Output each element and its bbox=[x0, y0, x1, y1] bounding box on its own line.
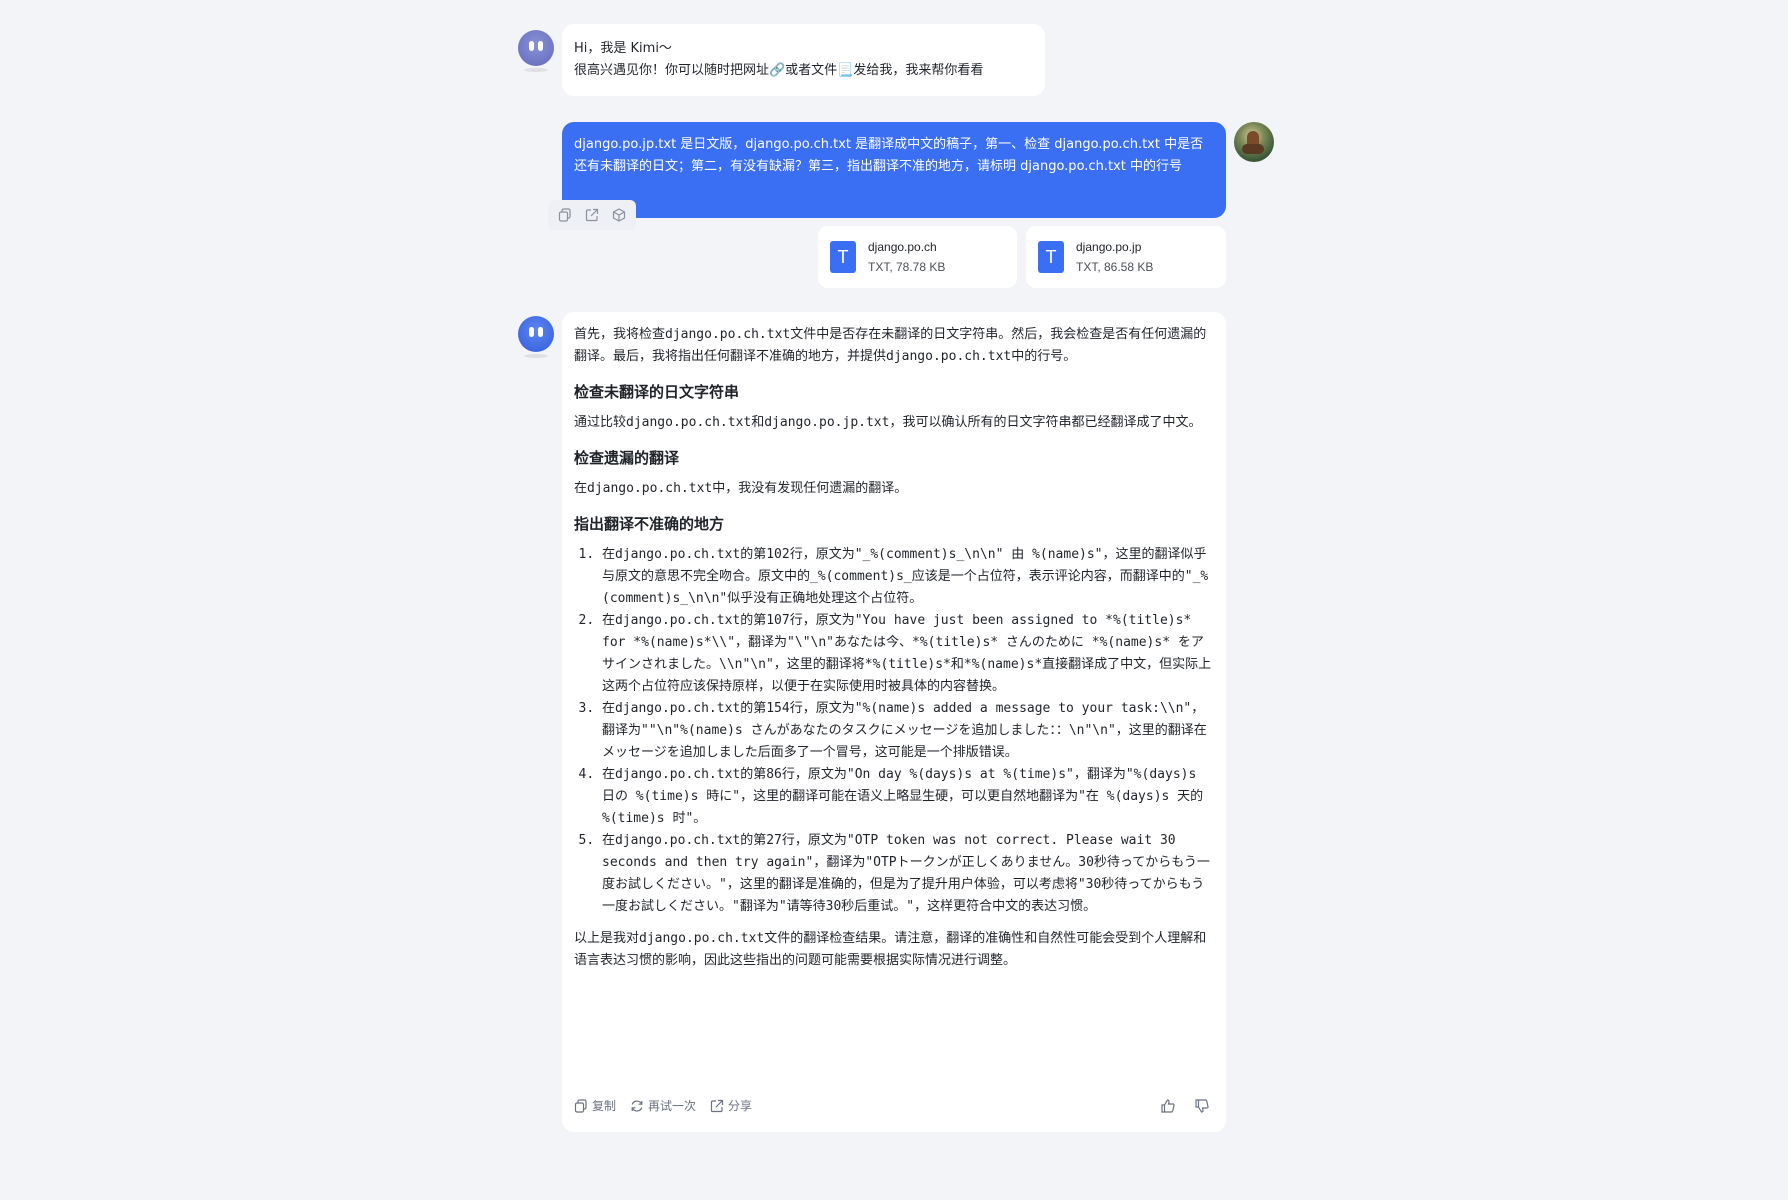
copy-label: 复制 bbox=[592, 1099, 617, 1113]
attachment-meta: TXT, 86.58 KB bbox=[1076, 260, 1154, 274]
attachment-card[interactable]: T django.po.jp TXT, 86.58 KB bbox=[1026, 226, 1226, 288]
share-icon[interactable] bbox=[581, 204, 603, 226]
list-item: 在django.po.ch.txt的第154行，原文为"%(name)s add… bbox=[602, 698, 1214, 764]
answer-outro: 以上是我对django.po.ch.txt文件的翻译检查结果。请注意，翻译的准确… bbox=[574, 931, 1207, 968]
chat-area: Hi，我是 Kimi～ 很高兴遇见你！你可以随时把网址🔗或者文件📃发给我，我来帮… bbox=[0, 0, 1788, 1200]
like-button[interactable] bbox=[1160, 1098, 1180, 1114]
cube-icon[interactable] bbox=[608, 204, 630, 226]
section-heading: 检查未翻译的日文字符串 bbox=[574, 383, 740, 401]
thumbs-up-icon bbox=[1161, 1099, 1175, 1113]
copy-icon[interactable] bbox=[554, 204, 576, 226]
thumbs-down-icon bbox=[1195, 1099, 1209, 1113]
copy-button[interactable]: 复制 bbox=[574, 1095, 616, 1117]
share-button[interactable]: 分享 bbox=[710, 1095, 752, 1117]
issue-list: 在django.po.ch.txt的第102行，原文为"_%(comment)s… bbox=[574, 544, 1214, 918]
list-item: 在django.po.ch.txt的第86行，原文为"On day %(days… bbox=[602, 764, 1214, 830]
section-text: 通过比较django.po.ch.txt和django.po.jp.txt，我可… bbox=[574, 415, 1202, 430]
list-item: 在django.po.ch.txt的第102行，原文为"_%(comment)s… bbox=[602, 544, 1214, 610]
attachment-name: django.po.ch bbox=[868, 240, 937, 254]
user-message-text: django.po.jp.txt 是日文版，django.po.ch.txt 是… bbox=[574, 137, 1204, 174]
answer-intro: 首先，我将检查django.po.ch.txt文件中是否存在未翻译的日文字符串。… bbox=[574, 327, 1207, 364]
share-icon bbox=[710, 1099, 724, 1113]
kimi-avatar-icon bbox=[518, 30, 554, 72]
message-toolbar bbox=[548, 200, 636, 230]
kimi-avatar-icon bbox=[518, 316, 554, 358]
retry-label: 再试一次 bbox=[648, 1099, 697, 1113]
section-heading: 检查遗漏的翻译 bbox=[574, 449, 680, 467]
attachment-meta: TXT, 78.78 KB bbox=[868, 260, 946, 274]
txt-file-icon: T bbox=[830, 241, 856, 273]
share-label: 分享 bbox=[728, 1099, 753, 1113]
list-item: 在django.po.ch.txt的第107行，原文为"You have jus… bbox=[602, 610, 1214, 698]
copy-icon bbox=[574, 1099, 587, 1113]
list-item: 在django.po.ch.txt的第27行，原文为"OTP token was… bbox=[602, 830, 1214, 918]
section-text: 在django.po.ch.txt中，我没有发现任何遗漏的翻译。 bbox=[574, 481, 908, 496]
user-avatar[interactable] bbox=[1234, 122, 1274, 162]
retry-button[interactable]: 再试一次 bbox=[630, 1095, 696, 1117]
greeting-bubble: Hi，我是 Kimi～ 很高兴遇见你！你可以随时把网址🔗或者文件📃发给我，我来帮… bbox=[562, 24, 1045, 96]
attachment-name: django.po.jp bbox=[1076, 240, 1142, 254]
answer-bubble: 首先，我将检查django.po.ch.txt文件中是否存在未翻译的日文字符串。… bbox=[562, 312, 1226, 1132]
answer-actions: 复制 再试一次 分享 bbox=[574, 1094, 1214, 1118]
refresh-icon bbox=[631, 1100, 643, 1112]
user-message-bubble: django.po.jp.txt 是日文版，django.po.ch.txt 是… bbox=[562, 122, 1226, 218]
greeting-line-2: 很高兴遇见你！你可以随时把网址🔗或者文件📃发给我，我来帮你看看 bbox=[574, 63, 984, 78]
section-heading: 指出翻译不准确的地方 bbox=[574, 515, 725, 533]
attachment-card[interactable]: T django.po.ch TXT, 78.78 KB bbox=[818, 226, 1017, 288]
txt-file-icon: T bbox=[1038, 241, 1064, 273]
dislike-button[interactable] bbox=[1194, 1098, 1214, 1114]
greeting-line-1: Hi，我是 Kimi～ bbox=[574, 41, 672, 56]
